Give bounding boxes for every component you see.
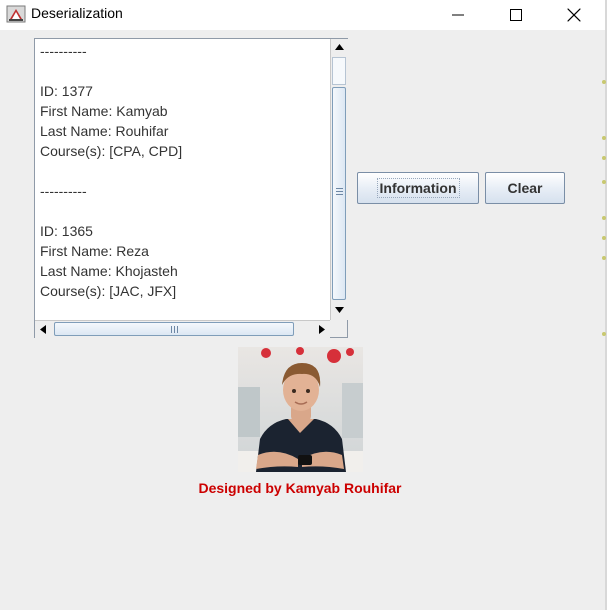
close-button[interactable] bbox=[545, 0, 603, 30]
text-line bbox=[35, 61, 330, 81]
text-viewport[interactable]: ---------- ID: 1377 First Name: Kamyab L… bbox=[35, 39, 330, 320]
text-line: ID: 1377 bbox=[40, 83, 93, 99]
text-line: First Name: Reza bbox=[40, 243, 149, 259]
text-line bbox=[35, 201, 330, 221]
output-text-area[interactable]: ---------- ID: 1377 First Name: Kamyab L… bbox=[34, 38, 348, 338]
text-line: ID: 1365 bbox=[40, 223, 93, 239]
maximize-icon bbox=[510, 9, 522, 21]
horizontal-scrollbar[interactable] bbox=[35, 320, 330, 338]
arrow-right-icon bbox=[319, 325, 325, 334]
grip-icon bbox=[336, 188, 343, 195]
scroll-left-button[interactable] bbox=[35, 321, 52, 338]
designer-credit: Designed by Kamyab Rouhifar bbox=[198, 480, 402, 496]
minimize-icon bbox=[452, 14, 464, 16]
scrollbar-corner bbox=[330, 320, 347, 337]
text-line bbox=[35, 161, 330, 181]
vertical-scroll-thumb[interactable] bbox=[332, 87, 346, 300]
information-button-label: Information bbox=[376, 178, 460, 198]
text-line: Course(s): [JAC, JFX] bbox=[40, 283, 177, 299]
arrow-down-icon bbox=[335, 307, 344, 313]
minimize-button[interactable] bbox=[429, 0, 487, 30]
designer-photo bbox=[238, 347, 363, 472]
text-line: First Name: Kamyab bbox=[40, 103, 168, 119]
scroll-right-button[interactable] bbox=[313, 321, 330, 338]
clear-button-label: Clear bbox=[507, 180, 543, 196]
vertical-scrollbar[interactable] bbox=[330, 39, 348, 320]
text-line: Course(s): [CPA, CPD] bbox=[40, 143, 183, 159]
clear-button[interactable]: Clear bbox=[485, 172, 565, 204]
scroll-down-button[interactable] bbox=[331, 302, 348, 319]
text-line: ---------- bbox=[40, 183, 87, 199]
text-line: Last Name: Rouhifar bbox=[40, 123, 169, 139]
arrow-up-icon bbox=[335, 44, 344, 50]
background-window-edge bbox=[601, 80, 607, 340]
horizontal-scroll-thumb[interactable] bbox=[54, 322, 294, 336]
maximize-button[interactable] bbox=[487, 0, 545, 30]
arrow-left-icon bbox=[40, 325, 46, 334]
grip-icon bbox=[171, 326, 178, 333]
app-window: Deserialization ---------- ID: 1377 Firs… bbox=[0, 0, 607, 610]
title-bar: Deserialization bbox=[0, 0, 605, 30]
portrait-image bbox=[238, 347, 363, 472]
information-button[interactable]: Information bbox=[357, 172, 479, 204]
close-icon bbox=[567, 8, 581, 22]
text-line: ---------- bbox=[40, 43, 87, 59]
scroll-up-button[interactable] bbox=[331, 39, 348, 56]
java-cup-icon bbox=[6, 5, 26, 23]
text-line: Last Name: Khojasteh bbox=[40, 263, 178, 279]
scrollbar-track-segment[interactable] bbox=[332, 57, 346, 85]
window-title: Deserialization bbox=[31, 5, 123, 21]
